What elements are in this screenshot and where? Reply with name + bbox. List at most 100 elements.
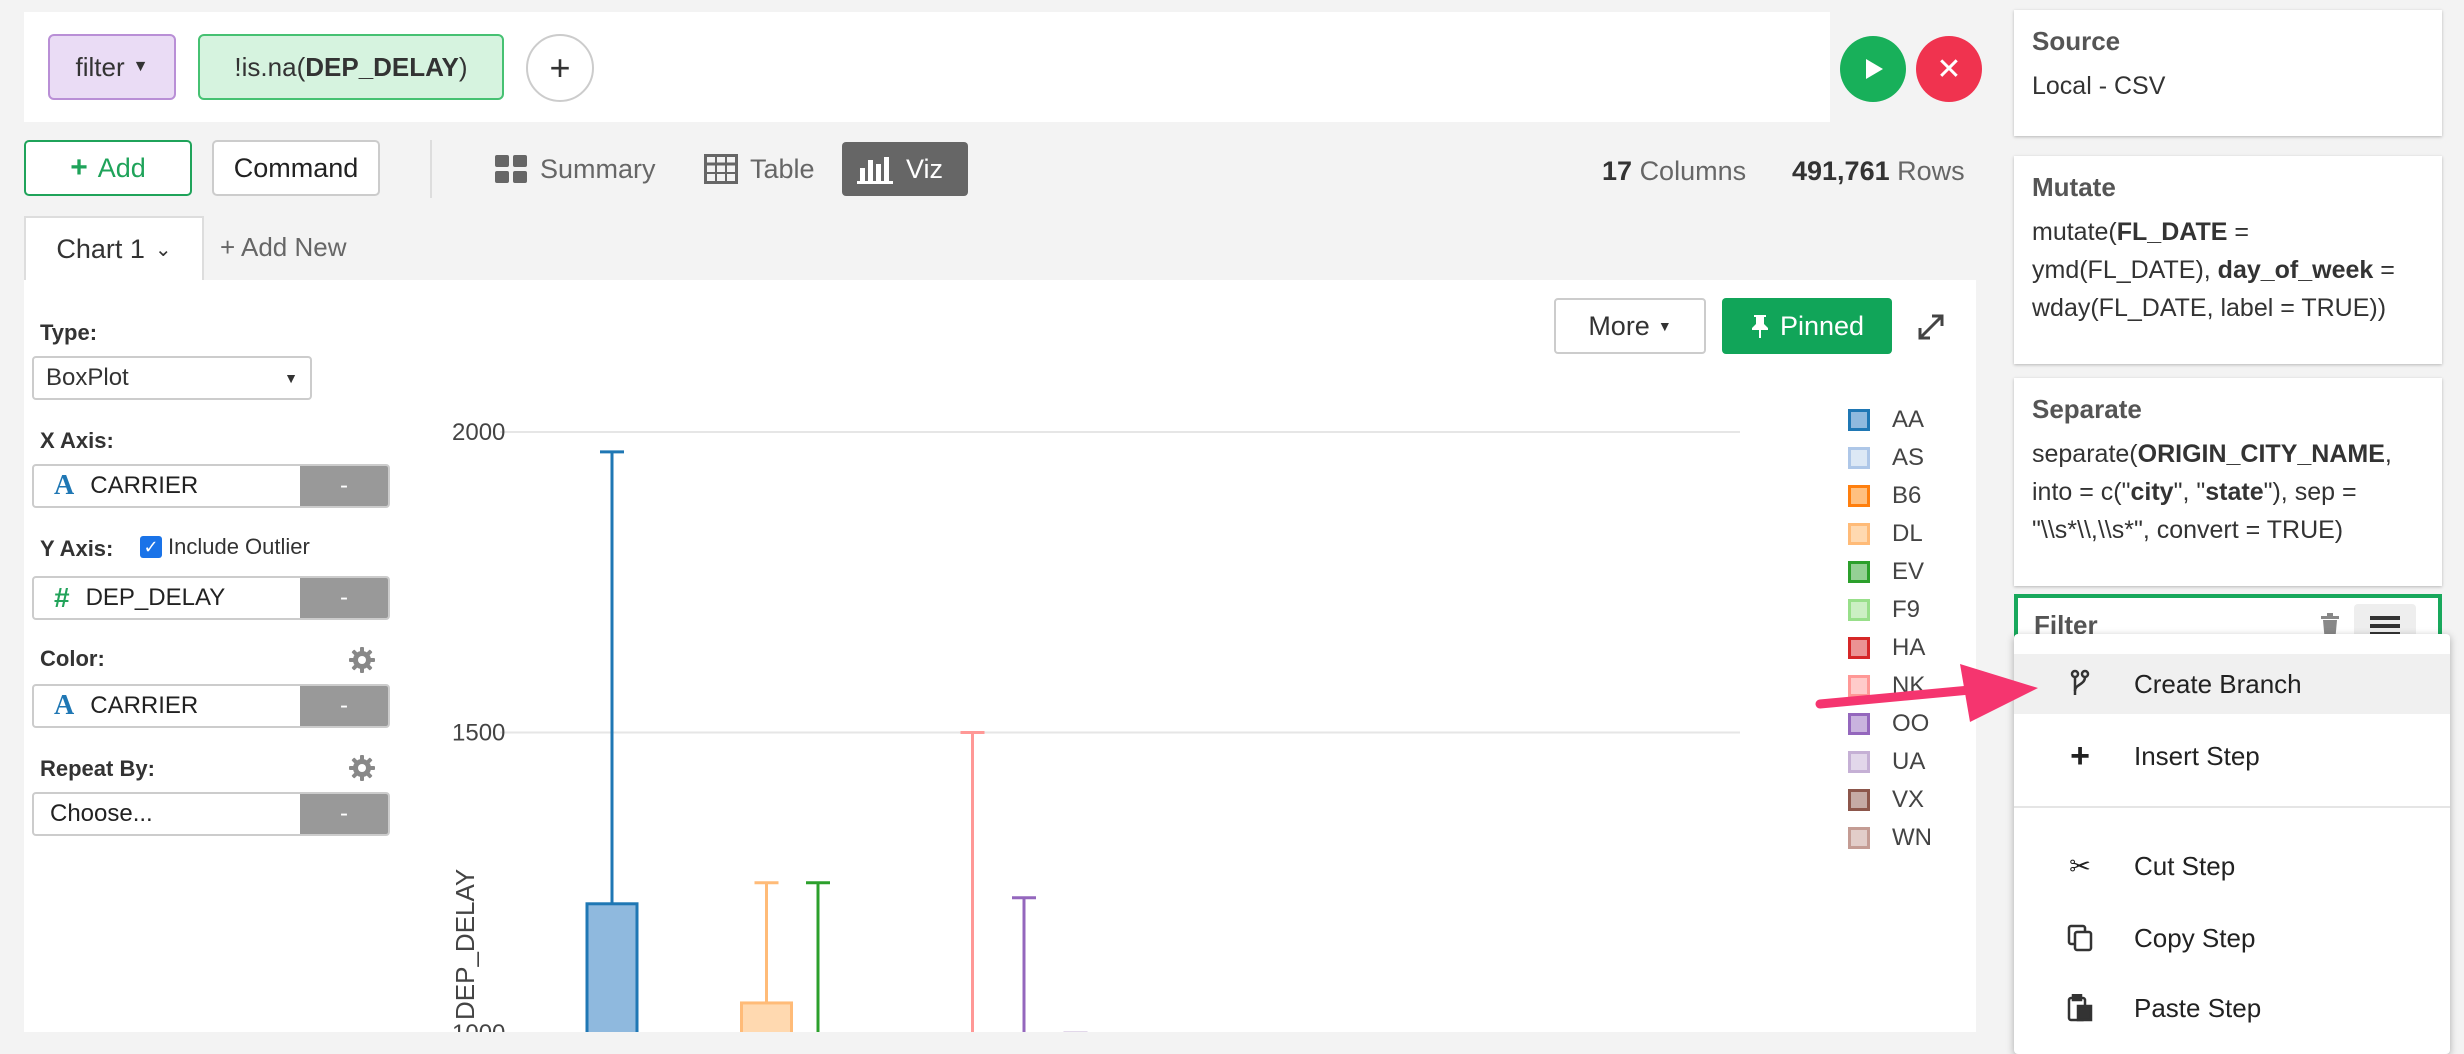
color-remove-button[interactable]: - <box>300 686 388 726</box>
tab-viz[interactable]: Viz <box>842 142 968 196</box>
toolbar-divider <box>430 140 432 198</box>
y-axis-column[interactable]: # DEP_DELAY <box>34 578 300 618</box>
legend-label: DL <box>1892 520 1923 547</box>
legend-item[interactable]: AA <box>1848 404 1924 436</box>
tab-summary-label: Summary <box>540 153 656 184</box>
color-field[interactable]: A CARRIER - <box>32 684 390 728</box>
caret-down-icon: ▼ <box>284 370 298 386</box>
run-button[interactable] <box>1840 36 1906 102</box>
tab-table[interactable]: Table <box>690 142 829 196</box>
tab-table-label: Table <box>750 153 815 184</box>
scissors-icon: ✂ <box>2069 850 2091 881</box>
y-axis-value: DEP_DELAY <box>85 584 226 611</box>
copy-icon <box>2058 924 2102 952</box>
cancel-button[interactable]: ✕ <box>1916 36 1982 102</box>
more-dropdown-button[interactable]: More ▼ <box>1554 298 1706 354</box>
legend-item[interactable]: WN <box>1848 822 1932 854</box>
color-value: CARRIER <box>90 692 199 719</box>
columns-label: Columns <box>1639 156 1747 186</box>
repeat-by-remove-button[interactable]: - <box>300 794 388 834</box>
x-axis-field[interactable]: A CARRIER - <box>32 464 390 508</box>
legend-item[interactable]: F9 <box>1848 594 1920 626</box>
color-column[interactable]: A CARRIER <box>34 686 300 726</box>
repeat-by-value: Choose... <box>50 800 153 827</box>
expand-icon[interactable] <box>1914 310 1948 344</box>
legend-swatch <box>1848 751 1870 773</box>
menu-label: Create Branch <box>2134 668 2302 699</box>
repeat-by-field[interactable]: Choose... - <box>32 792 390 836</box>
tab-summary[interactable]: Summary <box>480 142 670 196</box>
rows-count: 491,761 <box>1792 156 1890 186</box>
repeat-by-column[interactable]: Choose... <box>34 794 300 834</box>
menu-label: Paste Step <box>2134 992 2262 1023</box>
legend-item[interactable]: AS <box>1848 442 1924 474</box>
menu-item-copy-step[interactable]: Copy Step <box>2014 908 2450 968</box>
add-step-label: Add <box>97 152 146 183</box>
legend-swatch <box>1848 409 1870 431</box>
legend-item[interactable]: DL <box>1848 518 1923 550</box>
legend-label: UA <box>1892 748 1926 775</box>
add-argument-button[interactable]: + <box>526 34 594 102</box>
columns-stat: 17 Columns <box>1602 156 1746 187</box>
legend-swatch <box>1848 789 1870 811</box>
legend-item[interactable]: B6 <box>1848 480 1921 512</box>
expression-prefix: !is.na( <box>234 51 306 82</box>
y-axis-remove-button[interactable]: - <box>300 578 388 618</box>
y-axis-label: Y Axis: <box>40 536 114 561</box>
legend-swatch <box>1848 485 1870 507</box>
menu-item-insert-step[interactable]: + Insert Step <box>2014 726 2450 786</box>
pinned-button[interactable]: Pinned <box>1722 298 1892 354</box>
y-tick-label: 1500 <box>452 720 505 747</box>
legend-item[interactable]: VX <box>1848 784 1924 816</box>
caret-down-icon: ▼ <box>1657 318 1672 334</box>
legend-label: B6 <box>1892 482 1922 509</box>
command-button[interactable]: Command <box>212 140 380 196</box>
filter-expression-token[interactable]: !is.na(DEP_DELAY) <box>198 34 504 100</box>
y-axis-field[interactable]: # DEP_DELAY - <box>32 576 390 620</box>
menu-item-paste-step[interactable]: Paste Step <box>2014 978 2450 1038</box>
x-axis-value: CARRIER <box>90 472 199 499</box>
color-settings-gear-icon[interactable] <box>348 646 376 674</box>
close-icon: ✕ <box>1936 52 1962 86</box>
expression-column: DEP_DELAY <box>305 51 459 82</box>
chart-tab-label: Chart 1 <box>56 233 145 264</box>
pinned-label: Pinned <box>1779 310 1865 341</box>
text-type-icon: A <box>54 470 75 501</box>
include-outlier-option[interactable]: ✓ Include Outlier <box>140 534 310 560</box>
step-card-source[interactable]: Source Local - CSV <box>2014 10 2442 136</box>
add-step-button[interactable]: + Add <box>24 140 192 196</box>
legend-item[interactable]: EV <box>1848 556 1924 588</box>
source-step-title: Source <box>2032 26 2121 56</box>
include-outlier-label: Include Outlier <box>168 534 310 559</box>
step-card-mutate[interactable]: Mutate mutate(FL_DATE = ymd(FL_DATE), da… <box>2014 156 2442 364</box>
legend-swatch <box>1848 827 1870 849</box>
menu-label: Insert Step <box>2134 740 2260 771</box>
x-axis-remove-button[interactable]: - <box>300 466 388 506</box>
type-label: Type: <box>40 320 98 345</box>
branch-icon <box>2058 669 2102 699</box>
text-type-icon: A <box>54 690 75 721</box>
include-outlier-checkbox[interactable]: ✓ <box>140 536 162 558</box>
filter-verb-dropdown[interactable]: filter ▼ <box>48 34 176 100</box>
plus-icon: + <box>70 151 88 184</box>
separate-step-title: Separate <box>2032 394 2142 424</box>
legend-item[interactable]: UA <box>1848 746 1925 778</box>
rows-label: Rows <box>1897 156 1965 186</box>
menu-item-cut-step[interactable]: ✂ Cut Step <box>2014 836 2450 896</box>
more-label: More <box>1588 310 1650 341</box>
menu-label: Copy Step <box>2134 922 2256 953</box>
plus-icon: + <box>2070 736 2090 775</box>
menu-item-create-branch[interactable]: Create Branch <box>2014 654 2450 714</box>
paste-icon <box>2058 994 2102 1022</box>
grid-icon <box>495 155 527 183</box>
x-axis-column[interactable]: A CARRIER <box>34 466 300 506</box>
repeat-settings-gear-icon[interactable] <box>348 754 376 782</box>
step-card-separate[interactable]: Separate separate(ORIGIN_CITY_NAME, into… <box>2014 378 2442 586</box>
tab-chart-1[interactable]: Chart 1 ⌄ <box>24 216 204 280</box>
chart-type-select[interactable]: BoxPlot ▼ <box>32 356 312 400</box>
rows-stat: 491,761 Rows <box>1792 156 1965 187</box>
y-tick-label: 2000 <box>452 419 505 446</box>
boxplot-chart: 1000 1500 2000 DEP_DELAY <box>450 419 1740 1032</box>
add-new-chart-link[interactable]: + Add New <box>220 232 346 263</box>
repeat-by-label: Repeat By: <box>40 756 155 781</box>
